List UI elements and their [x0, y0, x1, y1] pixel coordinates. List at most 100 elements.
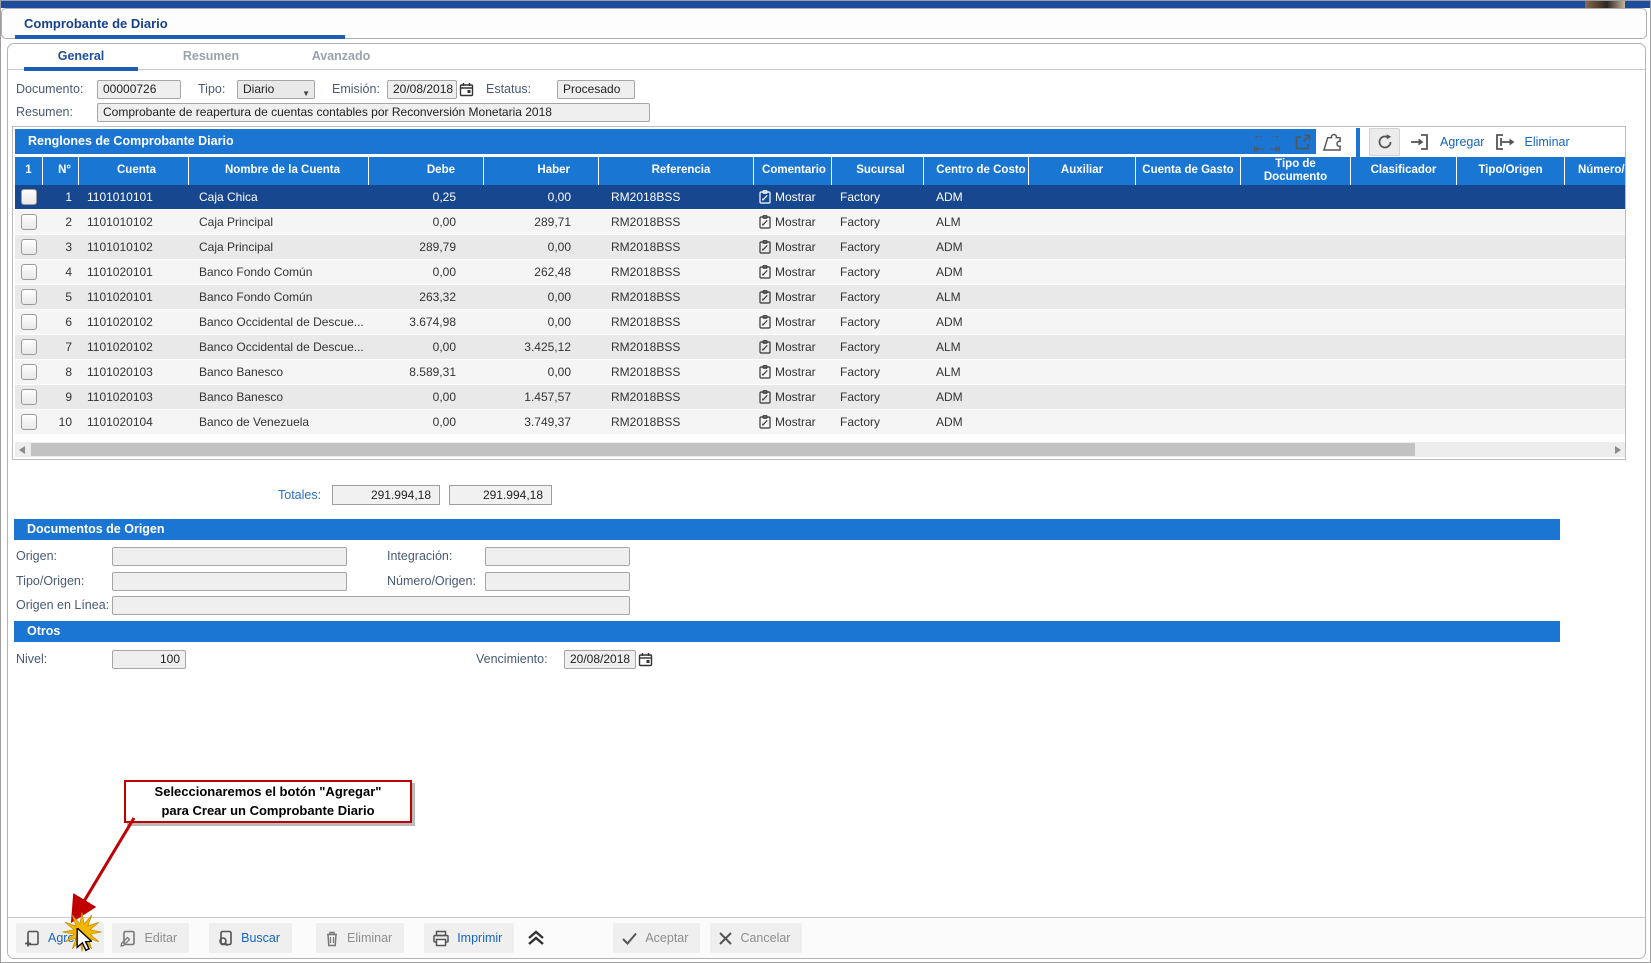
row-checkbox[interactable] [21, 289, 37, 305]
close-icon [718, 931, 733, 946]
table-row[interactable]: 9 1101020103 Banco Banesco 0,00 1.457,57… [15, 385, 1625, 410]
horizontal-scrollbar[interactable] [15, 442, 1625, 457]
remove-row-icon[interactable] [1493, 132, 1515, 152]
row-checkbox[interactable] [21, 339, 37, 355]
grid-agregar-button[interactable]: Agregar [1440, 135, 1484, 149]
row-checkbox[interactable] [21, 214, 37, 230]
comentario-mostrar-link[interactable]: Mostrar [754, 260, 832, 284]
col-header-clasificador[interactable]: Clasificador [1351, 157, 1457, 185]
comentario-mostrar-link[interactable]: Mostrar [754, 210, 832, 234]
tab-resumen[interactable]: Resumen [146, 44, 276, 70]
documento-field[interactable]: 00000726 [97, 80, 181, 99]
table-row[interactable]: 3 1101010102 Caja Principal 289,79 0,00 … [15, 235, 1625, 260]
col-header-debe[interactable]: Debe [369, 157, 484, 185]
open-external-icon[interactable] [1292, 131, 1314, 153]
row-checkbox[interactable] [21, 264, 37, 280]
cell-referencia: RM2018BSS [599, 335, 754, 359]
col-header-select[interactable]: 1 [15, 157, 43, 185]
calendar-icon[interactable] [638, 652, 653, 667]
scroll-right-arrow-icon[interactable] [1615, 446, 1621, 454]
col-header-numero[interactable]: N° [43, 157, 79, 185]
origen-en-linea-field[interactable] [112, 596, 630, 615]
cell-auxiliar [1029, 385, 1136, 409]
table-row[interactable]: 5 1101020101 Banco Fondo Común 263,32 0,… [15, 285, 1625, 310]
table-row[interactable]: 2 1101010102 Caja Principal 0,00 289,71 … [15, 210, 1625, 235]
col-header-sucursal[interactable]: Sucursal [832, 157, 924, 185]
cell-tipo-documento [1241, 360, 1351, 384]
col-header-referencia[interactable]: Referencia [599, 157, 754, 185]
add-row-icon[interactable] [1409, 132, 1431, 152]
comentario-mostrar-link[interactable]: Mostrar [754, 310, 832, 334]
refresh-button[interactable] [1369, 128, 1400, 156]
col-header-tipo-origen[interactable]: Tipo/Origen [1457, 157, 1565, 185]
row-number: 8 [43, 360, 79, 384]
row-checkbox[interactable] [21, 239, 37, 255]
cell-tipo-origen [1457, 335, 1565, 359]
comentario-mostrar-link[interactable]: Mostrar [754, 285, 832, 309]
integracion-field[interactable] [485, 547, 630, 566]
edit-note-icon [759, 265, 771, 279]
table-row[interactable]: 8 1101020103 Banco Banesco 8.589,31 0,00… [15, 360, 1625, 385]
collapse-toolbar-button[interactable] [521, 923, 551, 953]
cell-debe: 289,79 [369, 235, 484, 259]
table-row[interactable]: 1 1101010101 Caja Chica 0,25 0,00 RM2018… [15, 185, 1625, 210]
emision-date-field[interactable]: 20/08/2018 [387, 80, 457, 99]
tipo-select[interactable]: Diario ▼ [237, 80, 315, 99]
buscar-button[interactable]: Buscar [209, 923, 292, 953]
row-checkbox[interactable] [21, 189, 37, 205]
col-header-tipo-documento[interactable]: Tipo de Documento [1241, 157, 1351, 185]
table-row[interactable]: 6 1101020102 Banco Occidental de Descue.… [15, 310, 1625, 335]
col-header-cuenta-gasto[interactable]: Cuenta de Gasto [1136, 157, 1241, 185]
scrollbar-thumb[interactable] [31, 443, 1415, 456]
agregar-button[interactable]: Agregar [16, 923, 104, 953]
scroll-left-arrow-icon[interactable] [19, 446, 25, 454]
row-checkbox[interactable] [21, 314, 37, 330]
table-row[interactable]: 4 1101020101 Banco Fondo Común 0,00 262,… [15, 260, 1625, 285]
aceptar-button[interactable]: Aceptar [613, 923, 700, 953]
editar-button[interactable]: Editar [112, 923, 189, 953]
col-header-centro-costo[interactable]: Centro de Costo [924, 157, 1029, 185]
col-header-haber[interactable]: Haber [484, 157, 599, 185]
imprimir-button[interactable]: Imprimir [424, 923, 514, 953]
comentario-mostrar-link[interactable]: Mostrar [754, 410, 832, 434]
footer-toolbar: Agregar Editar Buscar Elimina [8, 917, 1645, 958]
vencimiento-date-field[interactable]: 20/08/2018 [564, 650, 636, 669]
buscar-button-label: Buscar [241, 931, 280, 945]
cell-debe: 0,25 [369, 185, 484, 209]
origen-field[interactable] [112, 547, 347, 566]
col-header-cuenta[interactable]: Cuenta [79, 157, 189, 185]
tab-general[interactable]: General [16, 44, 146, 70]
cell-debe: 263,32 [369, 285, 484, 309]
table-row[interactable]: 10 1101020104 Banco de Venezuela 0,00 3.… [15, 410, 1625, 435]
tab-avanzado[interactable]: Avanzado [276, 44, 406, 70]
edit-note-icon [759, 365, 771, 379]
cell-haber: 3.425,12 [484, 335, 599, 359]
grid-eliminar-button[interactable]: Eliminar [1524, 135, 1569, 149]
col-header-auxiliar[interactable]: Auxiliar [1029, 157, 1136, 185]
cancelar-button[interactable]: Cancelar [710, 923, 802, 953]
nivel-field[interactable]: 100 [112, 650, 186, 669]
tipo-origen-field[interactable] [112, 572, 347, 591]
comentario-mostrar-link[interactable]: Mostrar [754, 335, 832, 359]
editar-button-label: Editar [144, 931, 177, 945]
puzzle-icon[interactable] [1323, 131, 1347, 153]
comentario-mostrar-link[interactable]: Mostrar [754, 185, 832, 209]
comentario-mostrar-link[interactable]: Mostrar [754, 385, 832, 409]
cell-tipo-documento [1241, 385, 1351, 409]
comentario-mostrar-link[interactable]: Mostrar [754, 360, 832, 384]
cell-tipo-documento [1241, 310, 1351, 334]
col-header-comentario[interactable]: Comentario [754, 157, 832, 185]
col-header-numero-origen[interactable]: Número/Or [1565, 157, 1625, 185]
comentario-mostrar-link[interactable]: Mostrar [754, 235, 832, 259]
table-row[interactable]: 7 1101020102 Banco Occidental de Descue.… [15, 335, 1625, 360]
row-checkbox[interactable] [21, 414, 37, 430]
numero-origen-field[interactable] [485, 572, 630, 591]
column-navigation-arrows-icon[interactable]: ←→⇤⇥ [1251, 128, 1283, 156]
resumen-field[interactable]: Comprobante de reapertura de cuentas con… [97, 103, 650, 122]
row-checkbox[interactable] [21, 364, 37, 380]
nivel-label: Nivel: [16, 652, 47, 666]
col-header-nombre[interactable]: Nombre de la Cuenta [189, 157, 369, 185]
eliminar-button[interactable]: Eliminar [316, 923, 404, 953]
row-checkbox[interactable] [21, 389, 37, 405]
calendar-icon[interactable] [459, 82, 474, 97]
